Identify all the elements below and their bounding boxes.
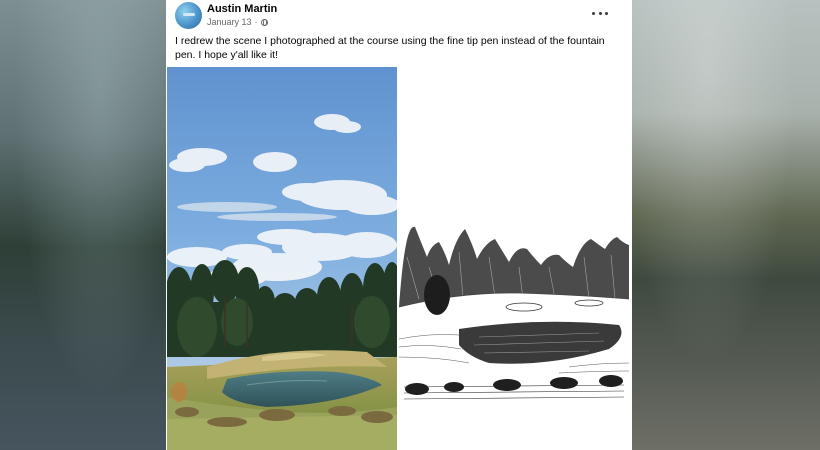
avatar[interactable] (175, 2, 202, 29)
post-header: Austin Martin January 13 · (175, 2, 623, 32)
post-photo-drawing[interactable] (399, 67, 629, 450)
post-card: Austin Martin January 13 · I redrew the … (166, 0, 632, 450)
more-horizontal-icon (592, 11, 595, 15)
more-options-button[interactable] (592, 8, 608, 18)
post-meta: January 13 · (207, 17, 268, 27)
author-name[interactable]: Austin Martin (207, 3, 277, 15)
post-photo-photograph[interactable] (167, 67, 397, 450)
background-blur-right (632, 0, 820, 450)
post-date[interactable]: January 13 (207, 17, 252, 27)
meta-separator: · (254, 17, 258, 27)
post-text: I redrew the scene I photographed at the… (175, 35, 605, 61)
background-blur-left (0, 0, 166, 450)
globe-icon[interactable] (260, 18, 268, 26)
